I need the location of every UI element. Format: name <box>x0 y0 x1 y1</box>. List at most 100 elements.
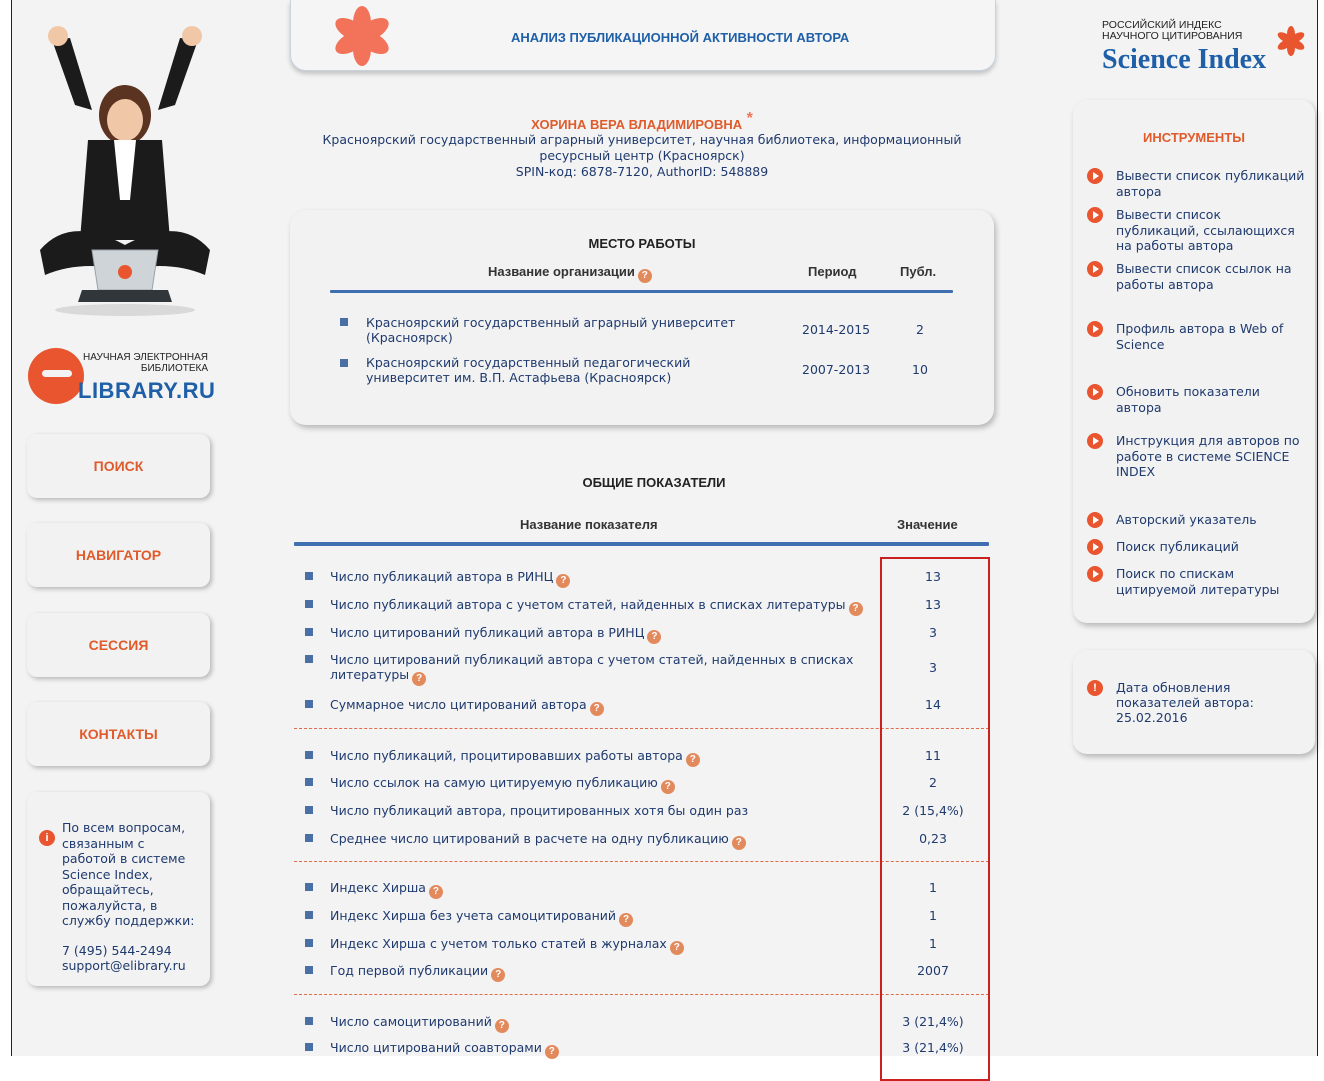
nav-navigator-button[interactable]: НАВИГАТОР <box>27 523 210 587</box>
arrow-right-icon <box>1087 321 1103 337</box>
indicator-name: Число цитирований публикаций автора с уч… <box>330 652 854 686</box>
tool-link-references[interactable]: Вывести список ссылок на работы автора <box>1116 261 1306 292</box>
asterisk-decor-icon <box>335 6 389 66</box>
nav-contacts-button[interactable]: КОНТАКТЫ <box>27 702 210 766</box>
bullet-icon <box>305 778 313 786</box>
asterisk-logo-icon <box>1277 26 1305 56</box>
help-icon[interactable]: ? <box>669 941 684 955</box>
arrow-right-icon <box>1087 207 1103 223</box>
help-icon[interactable]: ? <box>685 753 700 767</box>
arrow-right-icon <box>1087 433 1103 449</box>
help-icon[interactable]: ? <box>494 1019 509 1033</box>
col-indicator-value-header: Значение <box>897 517 958 532</box>
alert-icon: ! <box>1087 680 1103 696</box>
help-icon[interactable]: ? <box>647 630 662 644</box>
bullet-icon <box>305 883 313 891</box>
workplace-org-link[interactable]: Красноярский государственный педагогичес… <box>366 355 776 385</box>
highlight-box <box>880 557 990 1081</box>
help-icon[interactable]: ? <box>412 672 427 686</box>
tool-link-publications[interactable]: Вывести список публикаций автора <box>1116 168 1306 199</box>
support-box: i По всем вопросам, связанным с работой … <box>27 792 210 986</box>
bullet-icon <box>305 806 313 814</box>
page-title: АНАЛИЗ ПУБЛИКАЦИОННОЙ АКТИВНОСТИ АВТОРА <box>511 30 850 45</box>
col-period-header: Период <box>808 264 857 279</box>
help-icon[interactable]: ? <box>637 269 652 283</box>
elibrary-e-icon <box>28 348 84 404</box>
indicators-title: ОБЩИЕ ПОКАЗАТЕЛИ <box>582 475 726 490</box>
help-icon[interactable]: ? <box>731 836 746 850</box>
support-email-link[interactable]: support@elibrary.ru <box>62 958 202 974</box>
author-name: ХОРИНА ВЕРА ВЛАДИМИРОВНА * <box>531 110 753 132</box>
help-icon[interactable]: ? <box>544 1045 559 1059</box>
help-icon[interactable]: ? <box>848 602 863 616</box>
help-icon[interactable]: ? <box>619 913 634 927</box>
bullet-icon <box>305 600 313 608</box>
indicator-name: Индекс Хирша с учетом только статей в жу… <box>330 936 684 955</box>
nav-session-button[interactable]: СЕССИЯ <box>27 613 210 677</box>
arrow-right-icon <box>1087 566 1103 582</box>
indicator-name: Число публикаций автора, процитированных… <box>330 803 749 818</box>
help-icon[interactable]: ? <box>589 702 604 716</box>
indicator-name: Число публикаций автора с учетом статей,… <box>330 597 863 616</box>
indicator-name: Число публикаций, процитировавших работы… <box>330 748 700 767</box>
help-icon[interactable]: ? <box>556 574 571 588</box>
bullet-icon <box>305 1017 313 1025</box>
workplace-pubs: 10 <box>912 362 928 377</box>
workplace-pubs: 2 <box>916 322 924 337</box>
tool-link-author-index[interactable]: Авторский указатель <box>1116 512 1306 528</box>
elibrary-logo[interactable]: НАУЧНАЯ ЭЛЕКТРОННАЯ БИБЛИОТЕКА LIBRARY.R… <box>28 348 218 408</box>
col-pubs-header: Публ. <box>900 264 937 279</box>
tool-link-web-of-science[interactable]: Профиль автора в Web of Science <box>1116 321 1306 352</box>
update-date-text: Дата обновления показателей автора: 25.0… <box>1116 680 1254 725</box>
workplace-panel: МЕСТО РАБОТЫ Название организации? Перио… <box>290 210 994 425</box>
arrow-right-icon <box>1087 512 1103 528</box>
bullet-icon <box>305 911 313 919</box>
help-icon[interactable]: ? <box>491 968 506 982</box>
arrow-right-icon <box>1087 261 1103 277</box>
bullet-icon <box>305 572 313 580</box>
col-org-header: Название организации? <box>488 264 652 283</box>
tool-link-search-references[interactable]: Поиск по спискам цитируемой литературы <box>1116 566 1306 597</box>
arrow-right-icon <box>1087 384 1103 400</box>
logo-subtitle: НАУЧНАЯ ЭЛЕКТРОННАЯ БИБЛИОТЕКА <box>83 352 208 374</box>
science-index-logo[interactable]: Science Index <box>1102 44 1266 76</box>
workplace-org-link[interactable]: Красноярский государственный аграрный ун… <box>366 315 746 345</box>
bullet-icon <box>305 700 313 708</box>
help-icon[interactable]: ? <box>428 885 443 899</box>
indicator-name: Год первой публикации? <box>330 963 506 982</box>
indicator-name: Индекс Хирша? <box>330 880 443 899</box>
indicators-header-divider <box>294 542 989 546</box>
indicator-name: Суммарное число цитирований автора? <box>330 697 604 716</box>
logo-name: LIBRARY.RU <box>78 378 216 403</box>
tool-link-update[interactable]: Обновить показатели автора <box>1116 384 1306 415</box>
tool-link-instructions[interactable]: Инструкция для авторов по работе в систе… <box>1116 433 1306 480</box>
nav-search-button[interactable]: ПОИСК <box>27 434 210 498</box>
arrow-right-icon <box>1087 539 1103 555</box>
bullet-icon <box>305 834 313 842</box>
bullet-icon <box>305 751 313 759</box>
hero-illustration <box>40 26 210 316</box>
bullet-icon <box>305 966 313 974</box>
help-icon[interactable]: ? <box>660 780 675 794</box>
workplace-period: 2007-2013 <box>802 362 871 377</box>
author-ids: SPIN-код: 6878-7120, AuthorID: 548889 <box>515 164 769 179</box>
info-icon: i <box>39 830 55 846</box>
tools-title: ИНСТРУМЕНТЫ <box>1143 130 1245 145</box>
indicator-name: Число цитирований публикаций автора в РИ… <box>330 625 662 644</box>
bullet-icon <box>340 359 348 367</box>
col-indicator-name-header: Название показателя <box>520 517 658 532</box>
bullet-icon <box>305 628 313 636</box>
indicator-name: Индекс Хирша без учета самоцитирований? <box>330 908 634 927</box>
support-text: По всем вопросам, связанным с работой в … <box>62 820 202 974</box>
author-info: Красноярский государственный аграрный ун… <box>310 132 974 180</box>
indicator-name: Число цитирований соавторами? <box>330 1040 559 1059</box>
science-index-subtitle: РОССИЙСКИЙ ИНДЕКС НАУЧНОГО ЦИТИРОВАНИЯ <box>1102 19 1243 42</box>
header-divider <box>330 290 953 293</box>
tool-link-search-publications[interactable]: Поиск публикаций <box>1116 539 1306 555</box>
arrow-right-icon <box>1087 168 1103 184</box>
bullet-icon <box>340 318 348 326</box>
support-phone: 7 (495) 544-2494 <box>62 942 172 958</box>
bullet-icon <box>305 1043 313 1051</box>
indicator-name: Число самоцитирований? <box>330 1014 509 1033</box>
tool-link-citing-publications[interactable]: Вывести список публикаций, ссылающихся н… <box>1116 207 1306 254</box>
